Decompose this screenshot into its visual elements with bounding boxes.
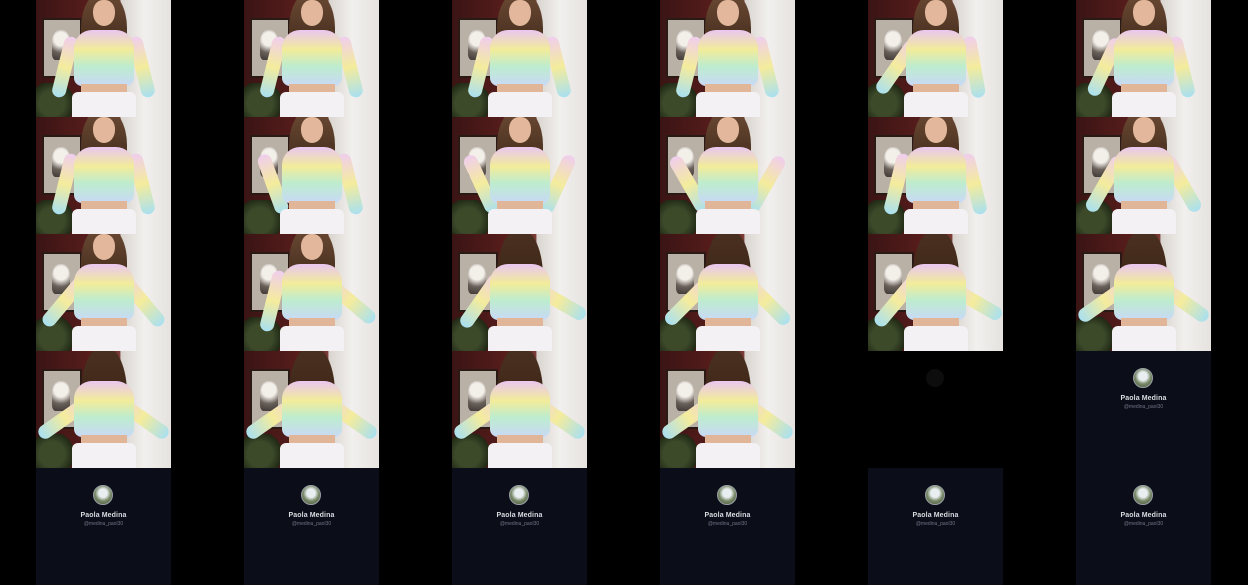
video-frame <box>660 0 795 117</box>
profile-end-card: Paola Medina @medina_paol30 <box>1076 351 1211 468</box>
profile-name: Paola Medina <box>288 512 335 519</box>
video-frame <box>36 117 171 234</box>
video-frame <box>868 234 1003 351</box>
video-frame <box>244 234 379 351</box>
video-frame <box>36 0 171 117</box>
profile-handle: @medina_paol30 <box>1123 521 1164 527</box>
profile-name: Paola Medina <box>912 512 959 519</box>
profile-handle: @medina_paol30 <box>83 521 124 527</box>
video-frame <box>244 0 379 117</box>
video-frame <box>452 351 587 468</box>
profile-end-card: Paola Medina @medina_paol30 <box>660 468 795 585</box>
sheet-column-4: Paola Medina @medina_paol30 <box>660 0 795 585</box>
avatar <box>93 485 113 505</box>
video-frame <box>1076 0 1211 117</box>
sheet-column-1: Paola Medina @medina_paol30 <box>36 0 171 585</box>
video-frame <box>660 117 795 234</box>
avatar <box>1133 368 1153 388</box>
video-frame <box>660 351 795 468</box>
video-frame <box>1076 117 1211 234</box>
profile-name: Paola Medina <box>496 512 543 519</box>
profile-handle: @medina_paol30 <box>915 521 956 527</box>
video-frame <box>660 234 795 351</box>
avatar <box>509 485 529 505</box>
sheet-column-5: Paola Medina @medina_paol30 <box>868 0 1003 585</box>
video-frame <box>1076 234 1211 351</box>
video-frame <box>36 234 171 351</box>
video-frame <box>244 351 379 468</box>
video-contact-sheet: Paola Medina @medina_paol30 Paola Medina… <box>0 0 1248 585</box>
profile-end-card: Paola Medina @medina_paol30 <box>36 468 171 585</box>
sheet-column-2: Paola Medina @medina_paol30 <box>244 0 379 585</box>
profile-end-card: Paola Medina @medina_paol30 <box>1076 468 1211 585</box>
profile-name: Paola Medina <box>80 512 127 519</box>
video-frame <box>868 0 1003 117</box>
video-frame <box>452 234 587 351</box>
avatar <box>925 485 945 505</box>
avatar <box>301 485 321 505</box>
sheet-column-3: Paola Medina @medina_paol30 <box>452 0 587 585</box>
profile-name: Paola Medina <box>704 512 751 519</box>
profile-handle: @medina_paol30 <box>291 521 332 527</box>
profile-name: Paola Medina <box>1120 395 1167 402</box>
avatar <box>1133 485 1153 505</box>
video-frame <box>452 0 587 117</box>
empty-frame <box>868 351 1003 468</box>
avatar <box>717 485 737 505</box>
video-frame <box>868 117 1003 234</box>
sheet-column-6: Paola Medina @medina_paol30 Paola Medina… <box>1076 0 1211 585</box>
profile-name: Paola Medina <box>1120 512 1167 519</box>
profile-handle: @medina_paol30 <box>499 521 540 527</box>
avatar <box>926 369 944 387</box>
profile-end-card: Paola Medina @medina_paol30 <box>244 468 379 585</box>
profile-end-card: Paola Medina @medina_paol30 <box>868 468 1003 585</box>
profile-handle: @medina_paol30 <box>1123 404 1164 410</box>
video-frame <box>244 117 379 234</box>
video-frame <box>36 351 171 468</box>
video-frame <box>452 117 587 234</box>
profile-end-card: Paola Medina @medina_paol30 <box>452 468 587 585</box>
profile-handle: @medina_paol30 <box>707 521 748 527</box>
